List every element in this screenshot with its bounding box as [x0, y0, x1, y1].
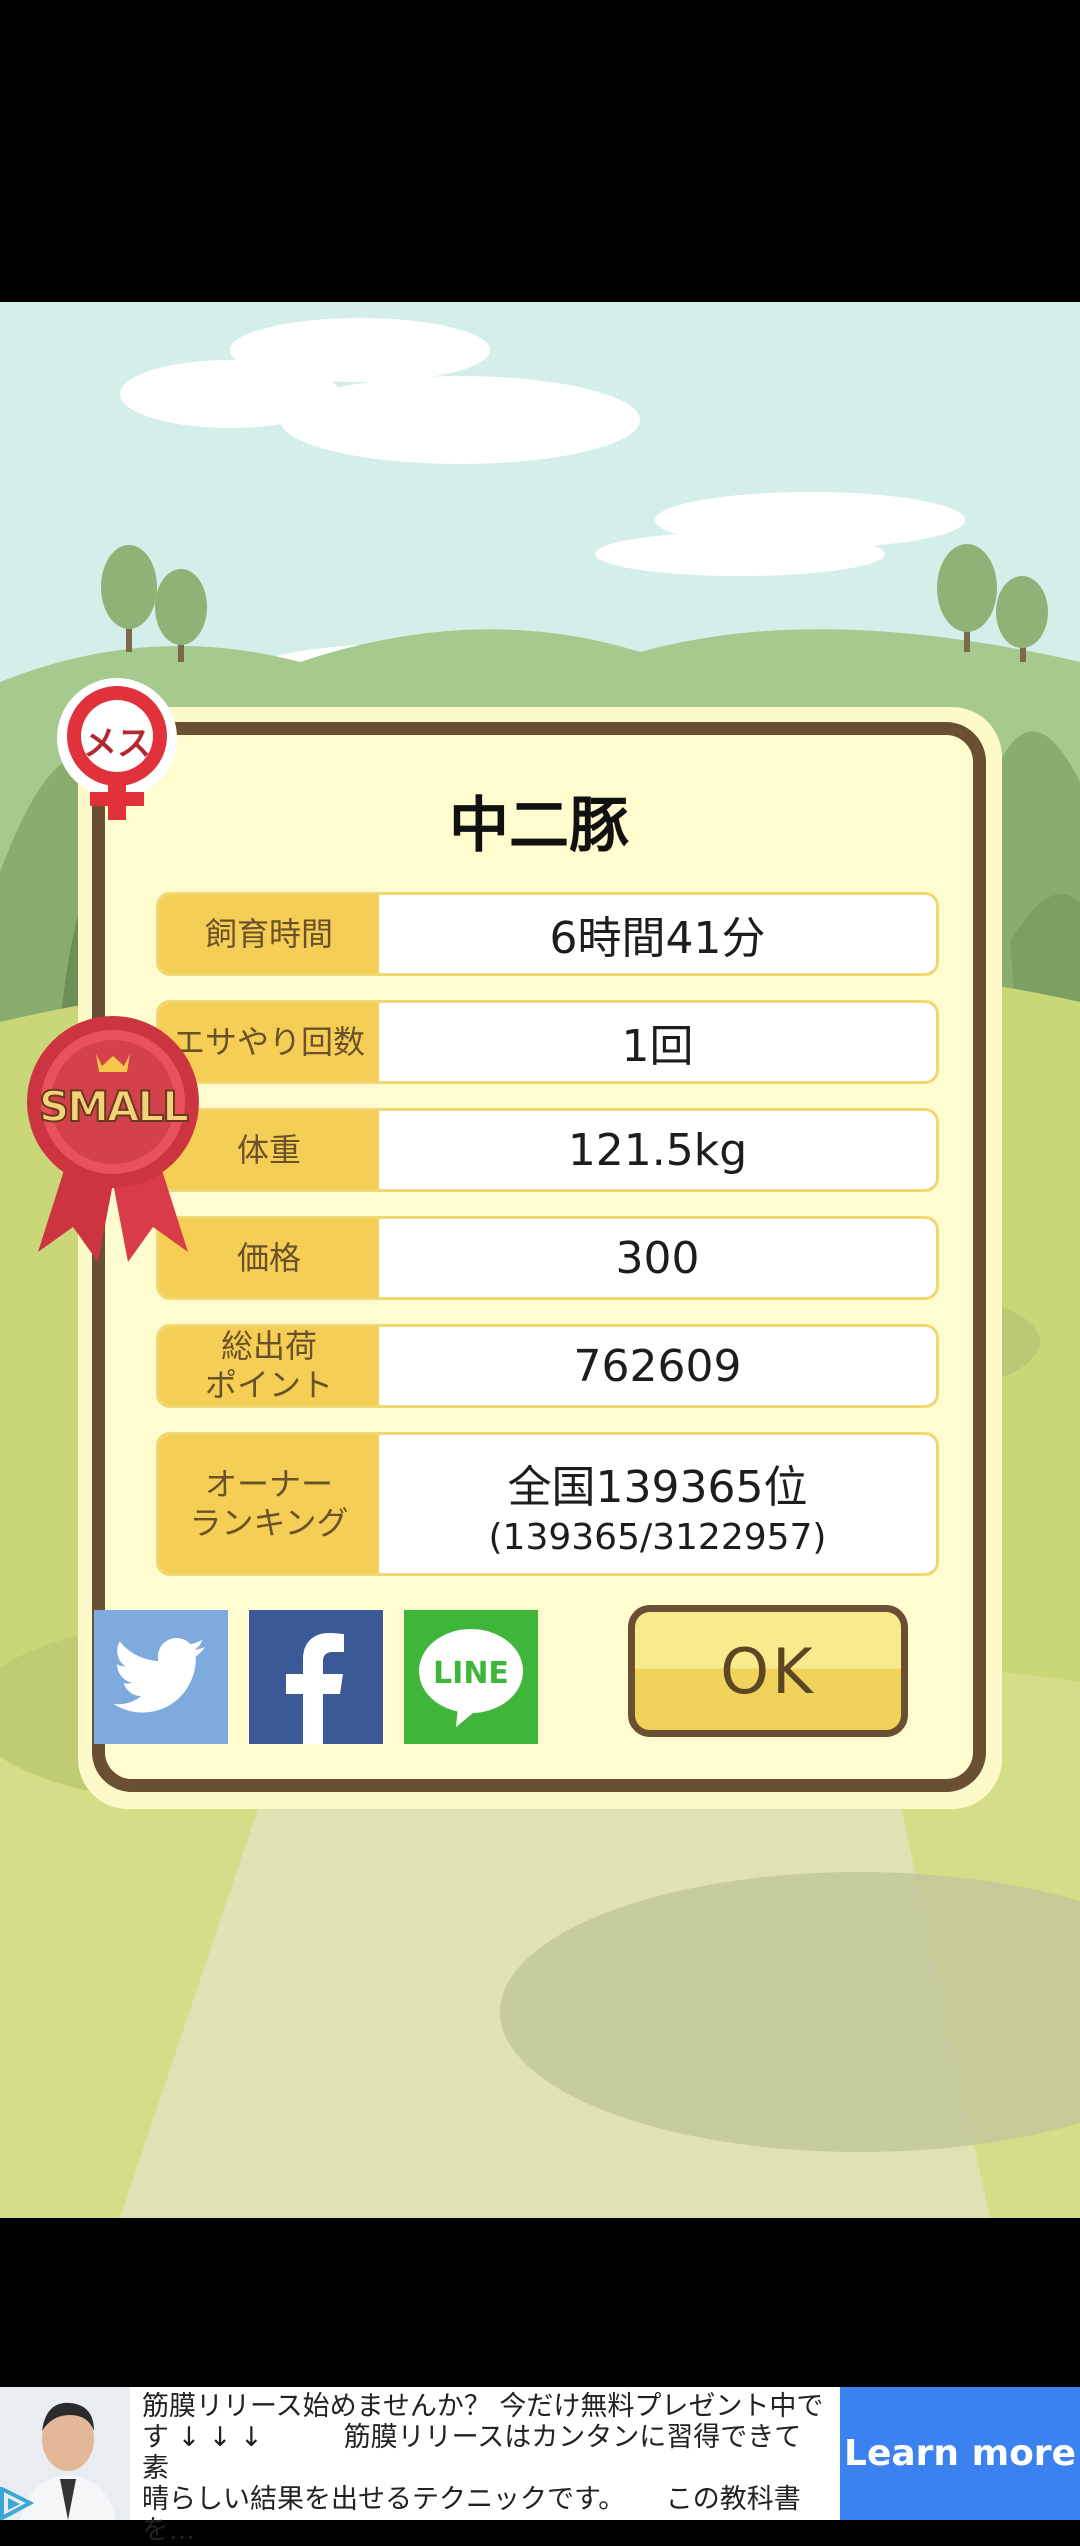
ok-button[interactable]: OK	[628, 1605, 908, 1737]
stat-value: 121.5kg	[567, 1124, 748, 1176]
ribbon-icon	[27, 1016, 199, 1262]
ad-description[interactable]: 筋膜リリース始めませんか？ 今だけ無料プレゼント中で す ↓ ↓ ↓ 筋膜リリー…	[142, 2391, 832, 2546]
stat-value: 6時間41分	[549, 913, 766, 964]
pig-name-title: 中二豚	[449, 791, 629, 861]
line-label: LINE	[433, 1656, 509, 1691]
learn-more-button[interactable]: Learn more	[840, 2387, 1080, 2520]
ranking-value: 全国139365位 (139365/3122957)	[379, 1435, 936, 1573]
facebook-share-button[interactable]	[249, 1610, 383, 1744]
ad-banner[interactable]: 筋膜リリース始めませんか？ 今だけ無料プレゼント中で す ↓ ↓ ↓ 筋膜リリー…	[0, 2387, 1080, 2546]
stat-row-price: 価格 300	[156, 1216, 939, 1300]
female-badge: メス	[52, 676, 182, 826]
stat-label: 飼育時間	[159, 895, 379, 973]
size-ribbon-badge: SMALL	[18, 1012, 208, 1262]
stat-value: 300	[615, 1232, 700, 1284]
stat-row-weight: 体重 121.5kg	[156, 1108, 939, 1192]
ad-choices-icon[interactable]	[0, 2487, 40, 2520]
stat-label: 総出荷 ポイント	[159, 1327, 379, 1405]
pig-result-dialog: 中二豚 飼育時間 6時間41分 エサやり回数 1回 体重 121.5kg 価格 …	[92, 722, 986, 1792]
stat-row-owner-ranking: オーナー ランキング 全国139365位 (139365/3122957)	[156, 1432, 939, 1576]
ranking-rank: 全国139365位	[507, 1461, 808, 1513]
facebook-f-icon	[286, 1633, 344, 1744]
stat-value: 762609	[573, 1340, 742, 1392]
stat-row-feeding-time: 飼育時間 6時間41分	[156, 892, 939, 976]
stat-row-shipping-points: 総出荷 ポイント 762609	[156, 1324, 939, 1408]
line-share-button[interactable]: LINE	[404, 1610, 538, 1744]
twitter-bird-icon	[113, 1638, 205, 1713]
female-badge-label: メス	[83, 724, 151, 764]
stat-label: オーナー ランキング	[159, 1435, 379, 1573]
stat-value: 1回	[621, 1021, 694, 1072]
ranking-detail: (139365/3122957)	[488, 1516, 827, 1558]
twitter-share-button[interactable]	[94, 1610, 228, 1744]
size-badge-label: SMALL	[38, 1081, 190, 1132]
stat-row-feed-count: エサやり回数 1回	[156, 1000, 939, 1084]
